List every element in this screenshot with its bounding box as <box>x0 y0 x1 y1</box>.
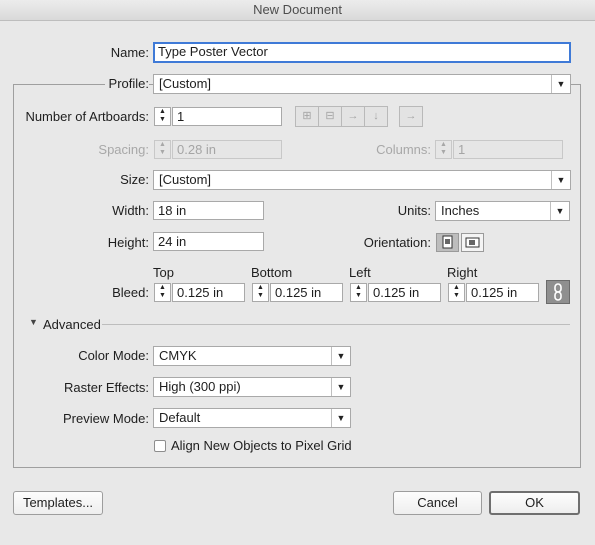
chevron-down-icon: ▼ <box>331 378 350 396</box>
chevron-down-icon: ▼ <box>331 409 350 427</box>
columns-input: 1 <box>453 140 563 159</box>
width-input[interactable]: 18 in <box>153 201 264 220</box>
grid-by-column-icon[interactable]: ⊟ <box>318 106 342 127</box>
size-value: [Custom] <box>159 172 212 187</box>
bleed-left-label: Left <box>349 265 371 280</box>
columns-spinner-icon: ▲ ▼ <box>435 140 452 159</box>
bleed-right-input[interactable]: 0.125 in <box>466 283 539 302</box>
spacing-label: Spacing: <box>98 142 149 157</box>
align-pixel-grid-checkbox[interactable] <box>154 440 166 452</box>
up-down-arrows-icon[interactable]: ▲ ▼ <box>448 283 465 302</box>
size-select[interactable]: [Custom] ▼ <box>153 170 571 190</box>
up-down-arrows-icon[interactable]: ▲ ▼ <box>154 283 171 302</box>
arrange-by-column-icon[interactable]: ↓ <box>364 106 388 127</box>
templates-button[interactable]: Templates... <box>13 491 103 515</box>
window-title: New Document <box>0 0 595 21</box>
chevron-down-icon: ▼ <box>550 202 569 220</box>
size-label: Size: <box>120 172 149 187</box>
advanced-label[interactable]: Advanced <box>43 317 101 332</box>
up-down-arrows-icon[interactable]: ▲ ▼ <box>154 107 171 126</box>
preview-mode-select[interactable]: Default ▼ <box>153 408 351 428</box>
color-mode-label: Color Mode: <box>78 348 149 363</box>
cancel-button[interactable]: Cancel <box>393 491 482 515</box>
arrange-by-row-icon[interactable]: → <box>341 106 365 127</box>
bleed-left-input[interactable]: 0.125 in <box>368 283 441 302</box>
profile-select[interactable]: [Custom] ▼ <box>153 74 571 94</box>
portrait-orientation-button[interactable] <box>436 233 459 252</box>
up-down-arrows-icon[interactable]: ▲ ▼ <box>252 283 269 302</box>
bleed-bottom-label: Bottom <box>251 265 293 280</box>
color-mode-value: CMYK <box>159 348 197 363</box>
name-input[interactable]: Type Poster Vector <box>153 42 571 63</box>
bleed-top-label: Top <box>153 265 174 280</box>
align-pixel-grid-label[interactable]: Align New Objects to Pixel Grid <box>171 437 352 455</box>
chevron-down-icon: ▼ <box>551 75 570 93</box>
ok-button[interactable]: OK <box>489 491 580 515</box>
spacing-input: 0.28 in <box>172 140 282 159</box>
preview-mode-label: Preview Mode: <box>63 411 149 426</box>
units-label: Units: <box>397 203 431 218</box>
landscape-icon <box>465 237 480 248</box>
up-down-arrows-icon[interactable]: ▲ ▼ <box>350 283 367 302</box>
chevron-down-icon: ▼ <box>331 347 350 365</box>
artboards-input[interactable]: 1 <box>172 107 282 126</box>
profile-value: [Custom] <box>159 76 212 91</box>
raster-effects-select[interactable]: High (300 ppi) ▼ <box>153 377 351 397</box>
units-value: Inches <box>441 203 480 218</box>
raster-effects-value: High (300 ppi) <box>159 379 241 394</box>
right-to-left-icon[interactable]: → <box>399 106 423 127</box>
preview-mode-value: Default <box>159 410 201 425</box>
name-label: Name: <box>110 45 149 60</box>
artboards-label: Number of Artboards: <box>25 109 149 124</box>
columns-label: Columns: <box>376 142 431 157</box>
disclosure-triangle-icon[interactable]: ▼ <box>29 317 38 327</box>
units-select[interactable]: Inches ▼ <box>435 201 570 221</box>
bleed-top-input[interactable]: 0.125 in <box>172 283 245 302</box>
width-label: Width: <box>112 203 149 218</box>
grid-by-row-icon[interactable]: ⊞ <box>295 106 319 127</box>
chevron-down-icon: ▼ <box>551 171 570 189</box>
bleed-right-label: Right <box>447 265 478 280</box>
raster-effects-label: Raster Effects: <box>63 380 149 395</box>
profile-label: Profile: <box>104 74 149 94</box>
bleed-label: Bleed: <box>112 285 149 300</box>
height-input[interactable]: 24 in <box>153 232 264 251</box>
chain-link-icon[interactable] <box>546 280 570 304</box>
advanced-divider <box>102 324 570 325</box>
portrait-icon <box>442 235 453 249</box>
bleed-bottom-input[interactable]: 0.125 in <box>270 283 343 302</box>
height-label: Height: <box>107 235 149 250</box>
spacing-spinner-icon: ▲ ▼ <box>154 140 171 159</box>
orientation-label: Orientation: <box>363 235 431 250</box>
landscape-orientation-button[interactable] <box>461 233 484 252</box>
color-mode-select[interactable]: CMYK ▼ <box>153 346 351 366</box>
